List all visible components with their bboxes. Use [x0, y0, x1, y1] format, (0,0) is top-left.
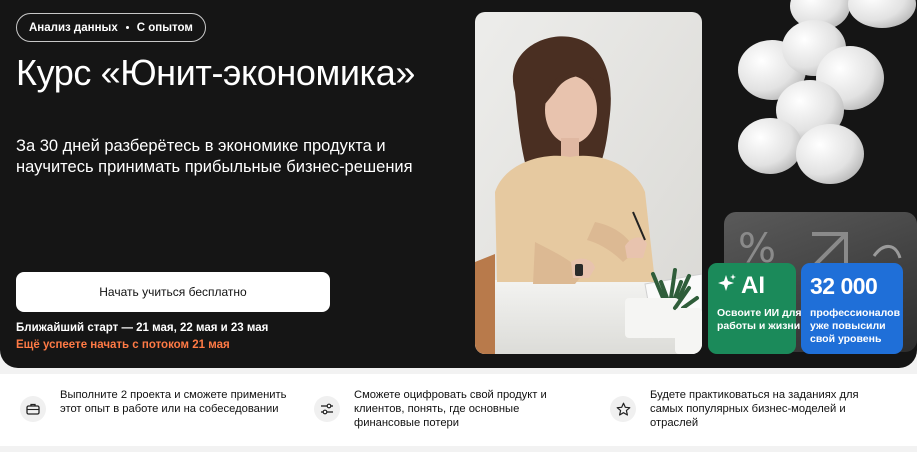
sparkle-icon — [717, 272, 737, 300]
tag-level: С опытом — [136, 21, 193, 34]
briefcase-icon — [20, 396, 46, 422]
stat-card-value: 32 000 — [810, 273, 878, 299]
feature-digitize: Сможете оцифровать свой продукт и клиент… — [314, 388, 564, 430]
page-subtitle: За 30 дней разберётесь в экономике проду… — [16, 137, 413, 176]
stat-card: 32 000 профессионалов уже повысили свой … — [801, 263, 903, 354]
ai-card-text: Освоите ИИ для работы и жизни — [717, 307, 802, 332]
start-free-button[interactable]: Начать учиться бесплатно — [16, 272, 330, 312]
course-tags: Анализ данных С опытом — [16, 13, 206, 42]
feature-text: Сможете оцифровать свой продукт и клиент… — [354, 389, 547, 429]
ai-card-title: AI — [741, 272, 765, 299]
hero-section: Анализ данных С опытом Курс «Юнит-эконом… — [0, 0, 917, 368]
page-title: Курс «Юнит-экономика» — [16, 52, 415, 93]
tag-separator — [125, 26, 129, 29]
feature-practice: Будете практиковаться на заданиях для са… — [610, 388, 880, 430]
tag-category: Анализ данных — [29, 21, 118, 34]
stat-card-text: профессионалов уже повысили свой уровень — [810, 307, 901, 345]
hero-photo — [475, 12, 702, 354]
ai-card: AI Освоите ИИ для работы и жизни — [708, 263, 802, 354]
feature-text: Будете практиковаться на заданиях для са… — [650, 389, 859, 429]
star-icon — [610, 396, 636, 422]
feature-projects: Выполните 2 проекта и сможете применить … — [20, 388, 300, 422]
start-dates: Ближайший старт — 21 мая, 22 мая и 23 ма… — [16, 322, 269, 334]
feature-text: Выполните 2 проекта и сможете применить … — [60, 389, 287, 415]
features-row: Выполните 2 проекта и сможете применить … — [0, 374, 917, 446]
sliders-icon — [314, 396, 340, 422]
coins-decoration — [722, 0, 917, 200]
start-hint: Ещё успеете начать с потоком 21 мая — [16, 339, 230, 351]
